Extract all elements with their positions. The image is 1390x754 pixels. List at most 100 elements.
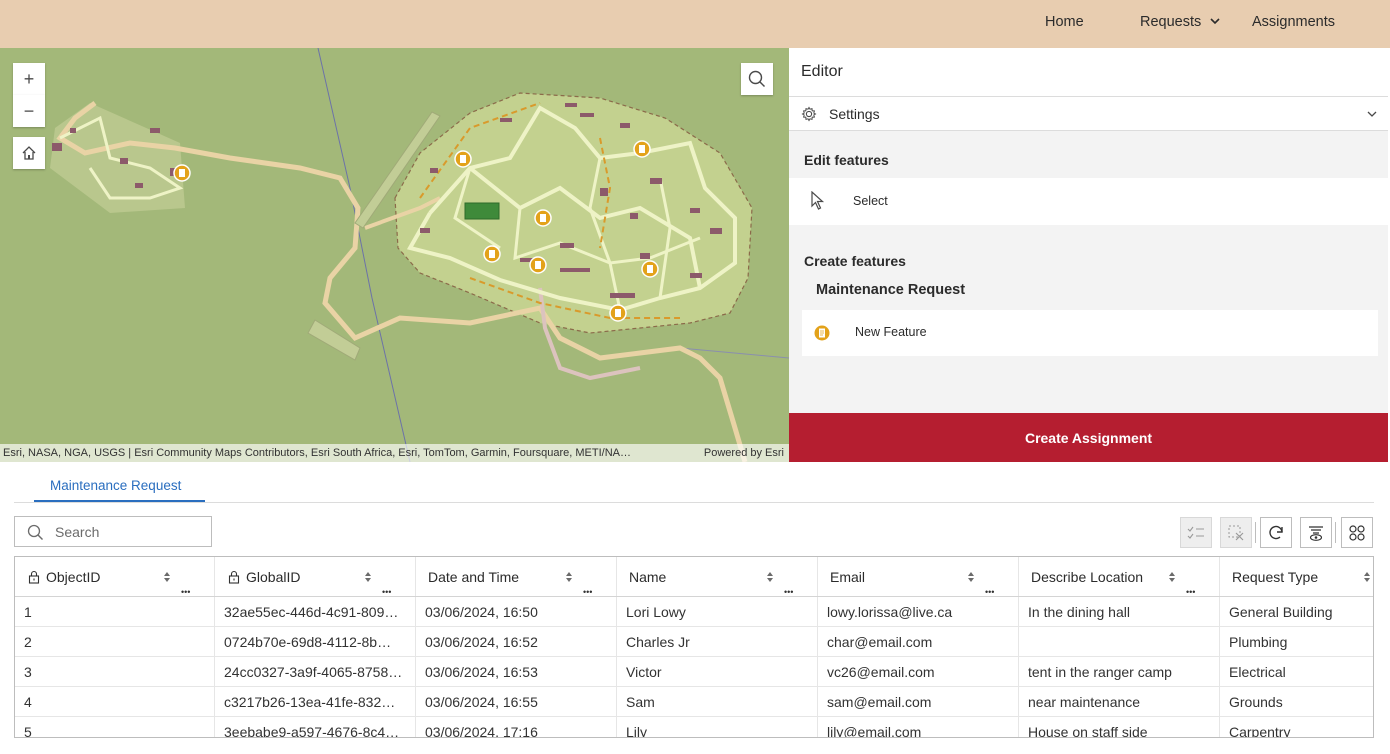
column-header[interactable]: ObjectID •••	[15, 557, 215, 596]
table-cell[interactable]: Grounds	[1220, 687, 1373, 716]
sort-icon[interactable]	[565, 571, 573, 583]
table-cell[interactable]: In the dining hall	[1019, 597, 1220, 626]
editor-panel: Editor Settings Edit features Select Cre…	[789, 48, 1388, 462]
table-cell[interactable]: 5	[15, 717, 215, 737]
table-cell[interactable]: Carpentry	[1220, 717, 1373, 737]
column-header[interactable]: Describe Location •••	[1019, 557, 1220, 596]
column-menu-icon[interactable]: •••	[1186, 572, 1195, 596]
table-cell[interactable]: 3eebabe9-a597-4676-8c4…	[215, 717, 416, 737]
nav-requests-menu[interactable]: Requests	[1140, 14, 1221, 30]
column-menu-icon[interactable]: •••	[784, 572, 793, 596]
column-header[interactable]: Request Type	[1220, 557, 1373, 596]
nav-requests-label: Requests	[1140, 14, 1202, 30]
layer-name-heading: Maintenance Request	[816, 282, 966, 298]
table-cell[interactable]: 0724b70e-69d8-4112-8b…	[215, 627, 416, 656]
table-cell[interactable]: Plumbing	[1220, 627, 1373, 656]
chevron-down-icon	[1210, 18, 1220, 25]
table-row[interactable]: 5 3eebabe9-a597-4676-8c4… 03/06/2024, 17:1…	[15, 717, 1373, 737]
settings-label: Settings	[829, 106, 880, 122]
table-cell[interactable]: 3	[15, 657, 215, 686]
map-attribution: Esri, NASA, NGA, USGS | Esri Community M…	[0, 444, 789, 462]
create-assignment-button[interactable]: Create Assignment	[789, 413, 1388, 462]
map-search-button[interactable]	[741, 63, 773, 95]
table-cell[interactable]	[1019, 627, 1220, 656]
column-header-label: Email	[830, 569, 866, 585]
column-menu-icon[interactable]: •••	[382, 572, 391, 596]
home-view-button[interactable]	[13, 137, 45, 169]
basemap	[50, 48, 789, 462]
sort-icon[interactable]	[1168, 571, 1176, 583]
zoom-out-button[interactable]: −	[13, 95, 45, 127]
table-cell[interactable]: Sam	[617, 687, 818, 716]
nav-home-link[interactable]: Home	[1045, 14, 1084, 30]
table-cell[interactable]: House on staff side	[1019, 717, 1220, 737]
table-cell[interactable]: 32ae55ec-446d-4c91-809…	[215, 597, 416, 626]
table-cell[interactable]: 03/06/2024, 17:16	[416, 717, 617, 737]
refresh-button[interactable]	[1260, 517, 1292, 548]
table-cell[interactable]: 03/06/2024, 16:50	[416, 597, 617, 626]
new-feature-label: New Feature	[855, 325, 927, 339]
table-cell[interactable]: General Building	[1220, 597, 1373, 626]
table-cell[interactable]: lily@email.com	[818, 717, 1019, 737]
refresh-icon	[1269, 525, 1283, 539]
toolbar-separator	[1335, 522, 1336, 543]
sort-icon[interactable]	[1363, 571, 1371, 583]
table-cell[interactable]: Electrical	[1220, 657, 1373, 686]
show-hide-columns-button[interactable]	[1300, 517, 1332, 548]
table-row[interactable]: 4 c3217b26-13ea-41fe-832… 03/06/2024, 16:5…	[15, 687, 1373, 717]
layout-options-button[interactable]	[1341, 517, 1373, 548]
table-row[interactable]: 1 32ae55ec-446d-4c91-809… 03/06/2024, 16:5…	[15, 597, 1373, 627]
table-row[interactable]: 3 24cc0327-3a9f-4065-8758… 03/06/2024, 16:…	[15, 657, 1373, 687]
table-row[interactable]: 2 0724b70e-69d8-4112-8b… 03/06/2024, 16:52…	[15, 627, 1373, 657]
table-cell[interactable]: char@email.com	[818, 627, 1019, 656]
table-cell[interactable]: 1	[15, 597, 215, 626]
table-cell[interactable]: tent in the ranger camp	[1019, 657, 1220, 686]
table-header-row: ObjectID ••• GlobalID ••• Date and Time ••• Na…	[15, 557, 1373, 597]
table-cell[interactable]: Victor	[617, 657, 818, 686]
map-view[interactable]: + − Esri, NASA, NGA, USGS | Esri Communi…	[0, 48, 789, 462]
select-tool[interactable]: Select	[789, 178, 1388, 225]
column-header-label: Date and Time	[428, 569, 520, 585]
home-icon	[22, 146, 36, 160]
table-cell[interactable]: 4	[15, 687, 215, 716]
select-all-button[interactable]	[1180, 517, 1212, 548]
attribution-text[interactable]: Esri, NASA, NGA, USGS | Esri Community M…	[3, 447, 631, 459]
table-cell[interactable]: Charles Jr	[617, 627, 818, 656]
select-tool-label: Select	[853, 194, 888, 208]
edit-features-heading: Edit features	[804, 152, 889, 168]
powered-by-esri-link[interactable]: Powered by Esri	[704, 444, 784, 462]
zoom-in-button[interactable]: +	[13, 63, 45, 95]
clear-selection-button[interactable]	[1220, 517, 1252, 548]
table-cell[interactable]: Lori Lowy	[617, 597, 818, 626]
editor-title: Editor	[801, 63, 843, 80]
sort-icon[interactable]	[364, 571, 372, 583]
column-header[interactable]: Date and Time •••	[416, 557, 617, 596]
sort-icon[interactable]	[766, 571, 774, 583]
nav-assignments-link[interactable]: Assignments	[1252, 14, 1335, 30]
table-cell[interactable]: 03/06/2024, 16:55	[416, 687, 617, 716]
search-input[interactable]	[53, 521, 203, 543]
gear-icon	[801, 106, 817, 122]
column-header[interactable]: Name •••	[617, 557, 818, 596]
table-cell[interactable]: 2	[15, 627, 215, 656]
new-feature-template[interactable]: New Feature	[802, 310, 1378, 356]
column-menu-icon[interactable]: •••	[985, 572, 994, 596]
table-cell[interactable]: Lily	[617, 717, 818, 737]
column-header[interactable]: Email •••	[818, 557, 1019, 596]
column-menu-icon[interactable]: •••	[583, 572, 592, 596]
table-cell[interactable]: vc26@email.com	[818, 657, 1019, 686]
table-cell[interactable]: near maintenance	[1019, 687, 1220, 716]
create-features-heading: Create features	[804, 253, 906, 269]
table-cell[interactable]: 03/06/2024, 16:53	[416, 657, 617, 686]
settings-toggle[interactable]: Settings	[789, 97, 1388, 131]
table-cell[interactable]: 24cc0327-3a9f-4065-8758…	[215, 657, 416, 686]
sort-icon[interactable]	[163, 571, 171, 583]
table-cell[interactable]: c3217b26-13ea-41fe-832…	[215, 687, 416, 716]
table-cell[interactable]: 03/06/2024, 16:52	[416, 627, 617, 656]
sort-icon[interactable]	[967, 571, 975, 583]
column-header-label: GlobalID	[246, 569, 301, 585]
column-menu-icon[interactable]: •••	[181, 572, 190, 596]
column-header[interactable]: GlobalID •••	[215, 557, 416, 596]
table-cell[interactable]: sam@email.com	[818, 687, 1019, 716]
table-cell[interactable]: lowy.lorissa@live.ca	[818, 597, 1019, 626]
